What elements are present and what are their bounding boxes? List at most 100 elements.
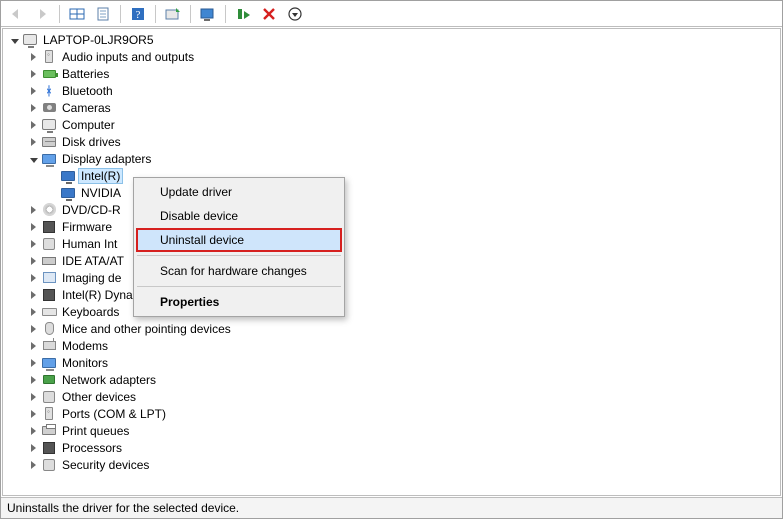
show-hidden-button[interactable] <box>66 3 88 25</box>
device-icon <box>41 338 57 354</box>
tree-category[interactable]: Display adapters <box>3 150 780 167</box>
expand-icon[interactable] <box>26 220 40 234</box>
expand-icon[interactable] <box>26 305 40 319</box>
collapse-icon[interactable] <box>7 33 21 47</box>
expand-icon[interactable] <box>26 271 40 285</box>
device-tree[interactable]: LAPTOP-0LJR9OR5Audio inputs and outputsB… <box>3 29 780 495</box>
forward-button[interactable] <box>31 3 53 25</box>
tree-category[interactable]: Monitors <box>3 354 780 371</box>
tree-category[interactable]: Batteries <box>3 65 780 82</box>
tree-category[interactable]: Processors <box>3 439 780 456</box>
tree-category[interactable]: DVD/CD-R <box>3 201 780 218</box>
tree-item-label: Network adapters <box>60 373 158 387</box>
menu-item[interactable]: Disable device <box>136 204 342 228</box>
tree-category[interactable]: Intel(R) Dynamic Platform and Thermal Fr… <box>3 286 780 303</box>
tree-item-label: DVD/CD-R <box>60 203 123 217</box>
tree-category[interactable]: Computer <box>3 116 780 133</box>
device-icon <box>41 151 57 167</box>
device-icon <box>22 32 38 48</box>
device-icon <box>60 185 76 201</box>
svg-text:?: ? <box>136 9 141 21</box>
update-driver-icon <box>165 7 181 21</box>
expand-icon[interactable] <box>26 288 40 302</box>
expand-icon[interactable] <box>26 339 40 353</box>
no-toggle <box>45 186 59 200</box>
tree-category[interactable]: Other devices <box>3 388 780 405</box>
expand-icon[interactable] <box>26 322 40 336</box>
no-toggle <box>45 169 59 183</box>
tree-item-label: Computer <box>60 118 117 132</box>
tree-category[interactable]: Ports (COM & LPT) <box>3 405 780 422</box>
tree-item-label: NVIDIA <box>79 186 123 200</box>
menu-item[interactable]: Scan for hardware changes <box>136 259 342 283</box>
expand-icon[interactable] <box>26 424 40 438</box>
tree-device[interactable]: Intel(R) <box>3 167 780 184</box>
expand-icon[interactable] <box>26 237 40 251</box>
menu-item[interactable]: Uninstall device <box>136 228 342 252</box>
expand-icon[interactable] <box>26 373 40 387</box>
tree-category[interactable]: Human Int <box>3 235 780 252</box>
expand-icon[interactable] <box>26 67 40 81</box>
tree-category[interactable]: Audio inputs and outputs <box>3 48 780 65</box>
expand-icon[interactable] <box>26 407 40 421</box>
toolbar: ? <box>1 1 782 27</box>
context-menu: Update driverDisable deviceUninstall dev… <box>133 177 345 317</box>
tree-category[interactable]: Modems <box>3 337 780 354</box>
expand-icon[interactable] <box>26 118 40 132</box>
enable-device-button[interactable] <box>232 3 254 25</box>
expand-icon[interactable] <box>26 458 40 472</box>
update-driver-button[interactable] <box>162 3 184 25</box>
expand-icon[interactable] <box>26 101 40 115</box>
tree-category[interactable]: IDE ATA/AT <box>3 252 780 269</box>
expand-icon[interactable] <box>26 254 40 268</box>
expand-icon[interactable] <box>26 356 40 370</box>
tree-item-label: Monitors <box>60 356 110 370</box>
grid-icon <box>69 7 85 21</box>
monitor-scan-icon <box>200 7 216 21</box>
x-icon <box>261 6 277 22</box>
expand-icon[interactable] <box>26 441 40 455</box>
tree-item-label: Firmware <box>60 220 114 234</box>
tree-category[interactable]: Firmware <box>3 218 780 235</box>
back-button[interactable] <box>5 3 27 25</box>
menu-separator <box>137 286 341 287</box>
expand-icon[interactable] <box>26 390 40 404</box>
tree-category[interactable]: Disk drives <box>3 133 780 150</box>
menu-item[interactable]: Properties <box>136 290 342 314</box>
scan-hardware-button[interactable] <box>197 3 219 25</box>
tree-category[interactable]: Network adapters <box>3 371 780 388</box>
menu-item[interactable]: Update driver <box>136 180 342 204</box>
tree-category[interactable]: Print queues <box>3 422 780 439</box>
expand-icon[interactable] <box>26 84 40 98</box>
uninstall-device-button[interactable] <box>258 3 280 25</box>
device-icon <box>41 202 57 218</box>
refresh-button[interactable] <box>284 3 306 25</box>
status-text: Uninstalls the driver for the selected d… <box>7 501 239 515</box>
tree-category[interactable]: Keyboards <box>3 303 780 320</box>
tree-device[interactable]: NVIDIA <box>3 184 780 201</box>
tree-item-label: Other devices <box>60 390 138 404</box>
help-button[interactable]: ? <box>127 3 149 25</box>
tree-item-label: Human Int <box>60 237 119 251</box>
tree-category[interactable]: Security devices <box>3 456 780 473</box>
tree-category[interactable]: ᚼBluetooth <box>3 82 780 99</box>
tree-category[interactable]: Mice and other pointing devices <box>3 320 780 337</box>
tree-category[interactable]: Cameras <box>3 99 780 116</box>
device-tree-panel: LAPTOP-0LJR9OR5Audio inputs and outputsB… <box>2 28 781 496</box>
device-icon <box>41 423 57 439</box>
device-icon <box>41 236 57 252</box>
device-icon <box>41 304 57 320</box>
expand-icon[interactable] <box>26 50 40 64</box>
properties-button[interactable] <box>92 3 114 25</box>
device-icon <box>41 66 57 82</box>
tree-root[interactable]: LAPTOP-0LJR9OR5 <box>3 31 780 48</box>
tree-item-label: LAPTOP-0LJR9OR5 <box>41 33 156 47</box>
device-icon <box>41 372 57 388</box>
expand-icon[interactable] <box>26 135 40 149</box>
tree-item-label: Processors <box>60 441 124 455</box>
device-icon <box>41 100 57 116</box>
collapse-icon[interactable] <box>26 152 40 166</box>
tree-item-label: Imaging de <box>60 271 123 285</box>
expand-icon[interactable] <box>26 203 40 217</box>
tree-category[interactable]: Imaging de <box>3 269 780 286</box>
